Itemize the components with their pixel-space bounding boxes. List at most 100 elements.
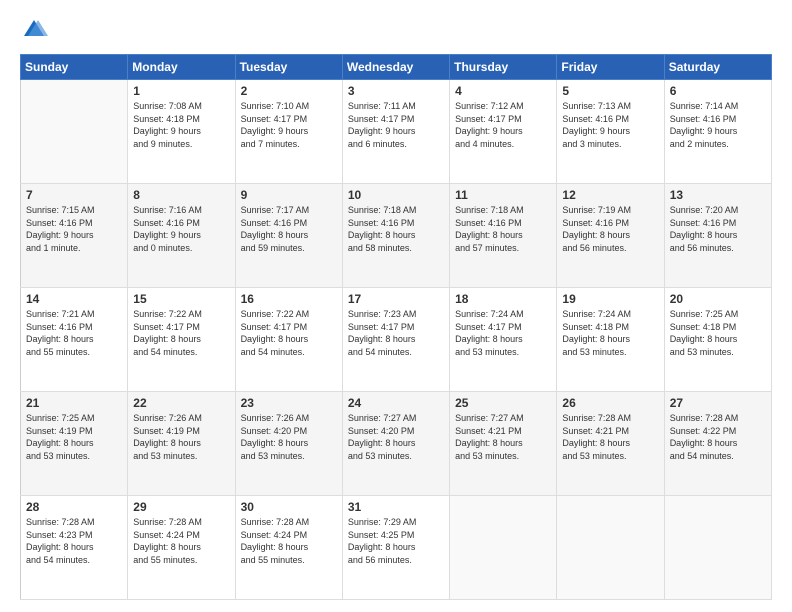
calendar-cell: 5 Sunrise: 7:13 AM Sunset: 4:16 PM Daylig…	[557, 80, 664, 184]
day-info: Sunrise: 7:28 AM Sunset: 4:21 PM Dayligh…	[562, 412, 658, 462]
day-info: Sunrise: 7:18 AM Sunset: 4:16 PM Dayligh…	[348, 204, 444, 254]
calendar-cell: 23Sunrise: 7:26 AM Sunset: 4:20 PM Dayli…	[235, 392, 342, 496]
day-number: 21	[26, 396, 122, 410]
day-info: Sunrise: 7:18 AM Sunset: 4:16 PM Dayligh…	[455, 204, 551, 254]
day-info: Sunrise: 7:28 AM Sunset: 4:22 PM Dayligh…	[670, 412, 766, 462]
day-number: 14	[26, 292, 122, 306]
day-number: 24	[348, 396, 444, 410]
day-number: 5	[562, 84, 658, 98]
day-number: 15	[133, 292, 229, 306]
day-info: Sunrise: 7:17 AM Sunset: 4:16 PM Dayligh…	[241, 204, 337, 254]
day-number: 22	[133, 396, 229, 410]
day-number: 29	[133, 500, 229, 514]
calendar-col-header: Tuesday	[235, 55, 342, 80]
day-info: Sunrise: 7:26 AM Sunset: 4:20 PM Dayligh…	[241, 412, 337, 462]
day-info: Sunrise: 7:23 AM Sunset: 4:17 PM Dayligh…	[348, 308, 444, 358]
calendar-cell: 20Sunrise: 7:25 AM Sunset: 4:18 PM Dayli…	[664, 288, 771, 392]
calendar-cell: 22 Sunrise: 7:26 AM Sunset: 4:19 PM Dayli…	[128, 392, 235, 496]
day-info: Sunrise: 7:15 AM Sunset: 4:16 PM Dayligh…	[26, 204, 122, 254]
day-number: 13	[670, 188, 766, 202]
day-number: 25	[455, 396, 551, 410]
calendar-header-row: SundayMondayTuesdayWednesdayThursdayFrid…	[21, 55, 772, 80]
calendar-cell	[21, 80, 128, 184]
calendar-cell: 14Sunrise: 7:21 AM Sunset: 4:16 PM Dayli…	[21, 288, 128, 392]
day-info: Sunrise: 7:24 AM Sunset: 4:17 PM Dayligh…	[455, 308, 551, 358]
day-number: 17	[348, 292, 444, 306]
day-info: Sunrise: 7:20 AM Sunset: 4:16 PM Dayligh…	[670, 204, 766, 254]
day-info: Sunrise: 7:25 AM Sunset: 4:18 PM Dayligh…	[670, 308, 766, 358]
calendar-cell	[664, 496, 771, 600]
day-number: 2	[241, 84, 337, 98]
day-number: 28	[26, 500, 122, 514]
calendar-cell: 30 Sunrise: 7:28 AM Sunset: 4:24 PM Dayli…	[235, 496, 342, 600]
calendar-cell: 25 Sunrise: 7:27 AM Sunset: 4:21 PM Dayli…	[450, 392, 557, 496]
calendar-week-row: 14Sunrise: 7:21 AM Sunset: 4:16 PM Dayli…	[21, 288, 772, 392]
day-info: Sunrise: 7:12 AM Sunset: 4:17 PM Dayligh…	[455, 100, 551, 150]
day-number: 1	[133, 84, 229, 98]
day-number: 27	[670, 396, 766, 410]
day-info: Sunrise: 7:10 AM Sunset: 4:17 PM Dayligh…	[241, 100, 337, 150]
day-info: Sunrise: 7:27 AM Sunset: 4:21 PM Dayligh…	[455, 412, 551, 462]
day-number: 30	[241, 500, 337, 514]
day-number: 6	[670, 84, 766, 98]
day-number: 11	[455, 188, 551, 202]
calendar-cell: 31Sunrise: 7:29 AM Sunset: 4:25 PM Dayli…	[342, 496, 449, 600]
calendar-table: SundayMondayTuesdayWednesdayThursdayFrid…	[20, 54, 772, 600]
calendar-cell: 9 Sunrise: 7:17 AM Sunset: 4:16 PM Daylig…	[235, 184, 342, 288]
day-number: 16	[241, 292, 337, 306]
day-number: 19	[562, 292, 658, 306]
day-info: Sunrise: 7:16 AM Sunset: 4:16 PM Dayligh…	[133, 204, 229, 254]
calendar-cell: 28 Sunrise: 7:28 AM Sunset: 4:23 PM Dayli…	[21, 496, 128, 600]
day-number: 9	[241, 188, 337, 202]
calendar-col-header: Friday	[557, 55, 664, 80]
page: SundayMondayTuesdayWednesdayThursdayFrid…	[0, 0, 792, 612]
calendar-cell: 21 Sunrise: 7:25 AM Sunset: 4:19 PM Dayli…	[21, 392, 128, 496]
calendar-cell: 7Sunrise: 7:15 AM Sunset: 4:16 PM Daylig…	[21, 184, 128, 288]
calendar-cell: 8 Sunrise: 7:16 AM Sunset: 4:16 PM Daylig…	[128, 184, 235, 288]
calendar-week-row: 1Sunrise: 7:08 AM Sunset: 4:18 PM Daylig…	[21, 80, 772, 184]
calendar-cell: 3 Sunrise: 7:11 AM Sunset: 4:17 PM Daylig…	[342, 80, 449, 184]
logo	[20, 16, 52, 44]
calendar-cell: 11 Sunrise: 7:18 AM Sunset: 4:16 PM Dayli…	[450, 184, 557, 288]
day-info: Sunrise: 7:13 AM Sunset: 4:16 PM Dayligh…	[562, 100, 658, 150]
day-info: Sunrise: 7:22 AM Sunset: 4:17 PM Dayligh…	[241, 308, 337, 358]
day-number: 26	[562, 396, 658, 410]
day-number: 18	[455, 292, 551, 306]
day-info: Sunrise: 7:28 AM Sunset: 4:23 PM Dayligh…	[26, 516, 122, 566]
calendar-cell: 13 Sunrise: 7:20 AM Sunset: 4:16 PM Dayli…	[664, 184, 771, 288]
calendar-cell: 6 Sunrise: 7:14 AM Sunset: 4:16 PM Daylig…	[664, 80, 771, 184]
calendar-col-header: Wednesday	[342, 55, 449, 80]
day-number: 3	[348, 84, 444, 98]
calendar-cell: 17 Sunrise: 7:23 AM Sunset: 4:17 PM Dayli…	[342, 288, 449, 392]
day-info: Sunrise: 7:28 AM Sunset: 4:24 PM Dayligh…	[241, 516, 337, 566]
day-number: 4	[455, 84, 551, 98]
day-number: 10	[348, 188, 444, 202]
day-info: Sunrise: 7:22 AM Sunset: 4:17 PM Dayligh…	[133, 308, 229, 358]
day-info: Sunrise: 7:29 AM Sunset: 4:25 PM Dayligh…	[348, 516, 444, 566]
day-number: 12	[562, 188, 658, 202]
calendar-cell: 24 Sunrise: 7:27 AM Sunset: 4:20 PM Dayli…	[342, 392, 449, 496]
calendar-week-row: 7Sunrise: 7:15 AM Sunset: 4:16 PM Daylig…	[21, 184, 772, 288]
day-info: Sunrise: 7:19 AM Sunset: 4:16 PM Dayligh…	[562, 204, 658, 254]
day-info: Sunrise: 7:25 AM Sunset: 4:19 PM Dayligh…	[26, 412, 122, 462]
calendar-week-row: 21 Sunrise: 7:25 AM Sunset: 4:19 PM Dayli…	[21, 392, 772, 496]
calendar-cell: 10 Sunrise: 7:18 AM Sunset: 4:16 PM Dayli…	[342, 184, 449, 288]
calendar-week-row: 28 Sunrise: 7:28 AM Sunset: 4:23 PM Dayli…	[21, 496, 772, 600]
day-info: Sunrise: 7:26 AM Sunset: 4:19 PM Dayligh…	[133, 412, 229, 462]
day-info: Sunrise: 7:27 AM Sunset: 4:20 PM Dayligh…	[348, 412, 444, 462]
calendar-cell	[557, 496, 664, 600]
calendar-cell: 15 Sunrise: 7:22 AM Sunset: 4:17 PM Dayli…	[128, 288, 235, 392]
calendar-col-header: Thursday	[450, 55, 557, 80]
day-number: 8	[133, 188, 229, 202]
calendar-cell: 29Sunrise: 7:28 AM Sunset: 4:24 PM Dayli…	[128, 496, 235, 600]
calendar-cell: 27 Sunrise: 7:28 AM Sunset: 4:22 PM Dayli…	[664, 392, 771, 496]
calendar-cell: 26 Sunrise: 7:28 AM Sunset: 4:21 PM Dayli…	[557, 392, 664, 496]
day-info: Sunrise: 7:11 AM Sunset: 4:17 PM Dayligh…	[348, 100, 444, 150]
calendar-col-header: Monday	[128, 55, 235, 80]
calendar-cell: 1Sunrise: 7:08 AM Sunset: 4:18 PM Daylig…	[128, 80, 235, 184]
day-info: Sunrise: 7:14 AM Sunset: 4:16 PM Dayligh…	[670, 100, 766, 150]
calendar-cell: 2 Sunrise: 7:10 AM Sunset: 4:17 PM Daylig…	[235, 80, 342, 184]
calendar-cell: 4 Sunrise: 7:12 AM Sunset: 4:17 PM Daylig…	[450, 80, 557, 184]
calendar-cell	[450, 496, 557, 600]
header	[20, 16, 772, 44]
